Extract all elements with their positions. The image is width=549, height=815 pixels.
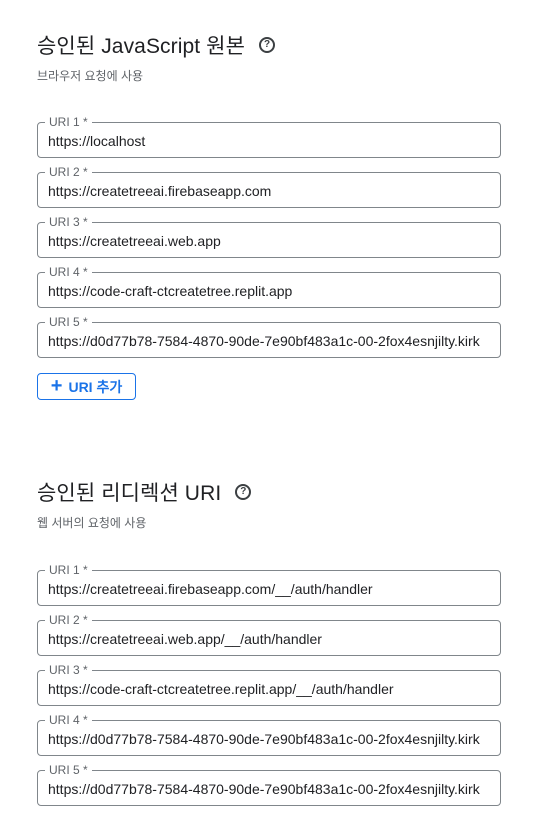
uri-field-label: URI 5 * — [45, 763, 92, 777]
add-uri-button-label: URI 추가 — [68, 378, 123, 395]
uri-field-label: URI 3 * — [45, 215, 92, 229]
redirect-uris-title: 승인된 리디렉션 URI — [37, 482, 222, 505]
js-origins-section: 승인된 JavaScript 원본 ? 브라우저 요청에 사용 — [37, 30, 501, 83]
uri-input[interactable] — [48, 680, 498, 698]
redirect-uris-header: 승인된 리디렉션 URI ? — [37, 477, 501, 507]
redirect-uri-field-5: URI 5 * — [37, 763, 501, 806]
uri-field-2: URI 2 * — [37, 165, 501, 208]
add-uri-button[interactable]: + URI 추가 — [37, 373, 136, 400]
uri-field-4: URI 4 * — [37, 265, 501, 308]
redirect-uri-field-2: URI 2 * — [37, 613, 501, 656]
js-origins-title: 승인된 JavaScript 원본 — [37, 35, 246, 58]
uri-field-label: URI 2 * — [45, 613, 92, 627]
plus-icon: + — [50, 374, 63, 397]
uri-field-label: URI 4 * — [45, 713, 92, 727]
uri-field-1: URI 1 * — [37, 115, 501, 158]
uri-field-5: URI 5 * — [37, 315, 501, 358]
redirect-uris-section: 승인된 리디렉션 URI ? 웹 서버의 요청에 사용 — [37, 477, 501, 530]
uri-input[interactable] — [48, 580, 498, 598]
uri-input[interactable] — [48, 332, 498, 350]
uri-field-label: URI 2 * — [45, 165, 92, 179]
uri-input[interactable] — [48, 730, 498, 748]
uri-field-label: URI 1 * — [45, 115, 92, 129]
redirect-uri-field-3: URI 3 * — [37, 663, 501, 706]
js-origins-header: 승인된 JavaScript 원본 ? — [37, 30, 501, 60]
uri-input[interactable] — [48, 132, 498, 150]
js-origins-subtitle: 브라우저 요청에 사용 — [37, 69, 144, 83]
help-circle-icon[interactable]: ? — [235, 484, 252, 500]
uri-input[interactable] — [48, 232, 498, 250]
js-origins-fields: URI 1 * URI 2 * URI 3 * URI 4 * URI 5 * — [37, 115, 501, 358]
uri-field-label: URI 4 * — [45, 265, 92, 279]
uri-field-label: URI 5 * — [45, 315, 92, 329]
redirect-uris-fields: URI 1 * URI 2 * URI 3 * URI 4 * URI 5 * — [37, 563, 501, 806]
redirect-uri-field-1: URI 1 * — [37, 563, 501, 606]
uri-field-3: URI 3 * — [37, 215, 501, 258]
uri-input[interactable] — [48, 182, 498, 200]
redirect-uris-subtitle: 웹 서버의 요청에 사용 — [37, 516, 147, 530]
uri-input[interactable] — [48, 630, 498, 648]
uri-input[interactable] — [48, 282, 498, 300]
uri-input[interactable] — [48, 780, 498, 798]
uri-field-label: URI 3 * — [45, 663, 92, 677]
help-circle-icon[interactable]: ? — [259, 37, 276, 53]
uri-field-label: URI 1 * — [45, 563, 92, 577]
redirect-uri-field-4: URI 4 * — [37, 713, 501, 756]
